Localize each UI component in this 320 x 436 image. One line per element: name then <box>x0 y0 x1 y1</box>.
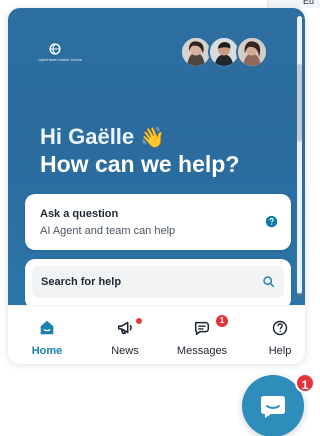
search-help-label: Search for help <box>41 276 122 288</box>
question-icon <box>265 215 278 228</box>
search-help-input[interactable]: Search for help <box>32 266 284 298</box>
nav-news[interactable]: News <box>88 313 162 360</box>
avatar-woman-icon <box>238 38 266 66</box>
megaphone-icon <box>117 321 132 335</box>
message-icon <box>194 321 210 336</box>
logo-icon <box>49 43 61 55</box>
search-card: Search for help <box>25 259 291 309</box>
host-corner-text: Eu <box>302 0 314 6</box>
avatar-woman-icon <box>182 38 210 66</box>
help-icon <box>272 320 288 336</box>
messages-count-badge: 1 <box>216 315 228 327</box>
home-icon <box>40 320 54 335</box>
scrollbar-thumb[interactable] <box>297 64 302 142</box>
avatar-man-icon <box>210 38 238 66</box>
messenger-window: CyberHaven Hacker Service Hi Gaëlle 👋 Ho… <box>8 8 305 364</box>
launcher-unread-badge: 1 <box>295 373 315 393</box>
page: Eu CyberHaven Hacker Service Hi Gaëlle 👋… <box>0 0 320 436</box>
nav-messages-label: Messages <box>176 345 228 357</box>
ask-question-subtitle: AI Agent and team can help <box>40 225 176 237</box>
messenger-scrollbar[interactable] <box>297 16 302 294</box>
nav-home-label: Home <box>31 345 63 357</box>
brand-logo: CyberHaven Hacker Service <box>38 42 82 66</box>
help-headline: How can we help? <box>40 151 240 177</box>
ask-question-title: Ask a question <box>40 208 119 220</box>
nav-news-label: News <box>111 345 139 357</box>
scroll-down-icon[interactable]: ▼ <box>296 292 304 300</box>
team-avatars <box>180 36 278 70</box>
nav-help[interactable]: Help <box>243 313 305 360</box>
bottom-navigation: Home News 1 Messages Help <box>8 305 305 364</box>
host-page-corner: Eu <box>267 0 320 8</box>
nav-home[interactable]: Home <box>10 313 84 360</box>
chat-icon <box>261 396 285 418</box>
search-icon <box>263 276 275 288</box>
greeting-text: Hi Gaëlle <box>40 124 135 149</box>
brand-logo-text: CyberHaven Hacker Service <box>38 58 83 62</box>
nav-messages[interactable]: 1 Messages <box>165 313 239 360</box>
nav-help-label: Help <box>268 345 292 357</box>
news-notification-dot <box>136 318 142 324</box>
ask-question-card[interactable]: Ask a question AI Agent and team can hel… <box>25 194 291 250</box>
greeting: Hi Gaëlle 👋 <box>40 124 165 149</box>
avatar <box>236 36 268 68</box>
waving-hand-icon: 👋 <box>140 127 166 149</box>
